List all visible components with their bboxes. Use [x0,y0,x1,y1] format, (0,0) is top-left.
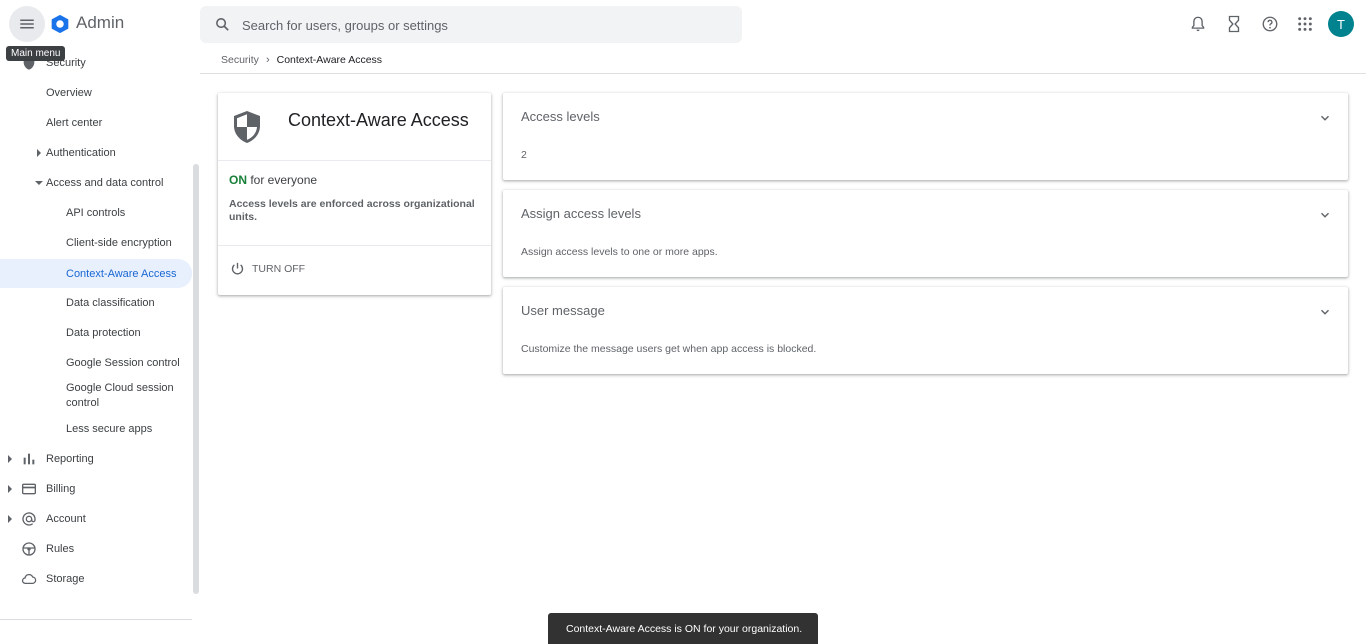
sidebar-item-rules[interactable]: Rules [0,535,192,563]
top-bar: Admin T [0,0,1366,48]
app-title[interactable]: Admin [76,13,124,33]
sidebar-item-client-side-encryption[interactable]: Client-side encryption [0,229,192,257]
help-button[interactable] [1258,12,1282,36]
sidebar-item-billing[interactable]: Billing [0,475,192,503]
status-card: Context-Aware Access ON for everyone Acc… [218,93,491,295]
apps-button[interactable] [1293,12,1317,36]
snackbar-message: Context-Aware Access is ON for your orga… [566,622,803,635]
expand-right-icon [8,515,12,523]
assign-access-levels-panel[interactable]: Assign access levels Assign access level… [503,190,1348,277]
panel-body: 2 [521,149,527,161]
sidebar-item-less-secure-apps[interactable]: Less secure apps [0,415,192,443]
power-icon [231,262,244,275]
avatar[interactable]: T [1328,11,1354,37]
sidebar-item-authentication[interactable]: Authentication [0,139,192,167]
chevron-down-icon[interactable] [1318,208,1332,222]
panel-title: User message [521,303,605,318]
hourglass-icon [1228,15,1240,33]
chevron-right-icon: › [265,54,270,66]
status-scope: for everyone [247,173,318,187]
admin-logo-icon [51,14,69,34]
sidebar-divider [0,619,192,620]
search-bar[interactable] [200,6,742,43]
status-card-title: Context-Aware Access [288,110,469,130]
sidebar: Security Overview Alert center Authentic… [0,48,200,644]
panel-body: Customize the message users get when app… [521,343,817,355]
turn-off-button[interactable]: TURN OFF [230,261,305,276]
panel-title: Access levels [521,109,600,124]
sidebar-item-data-protection[interactable]: Data protection [0,319,192,347]
sidebar-item-alert-center[interactable]: Alert center [0,109,192,137]
apps-grid-icon [1298,17,1312,31]
status-on-label: ON [229,173,247,187]
breadcrumb: Security › Context-Aware Access [221,53,382,67]
sidebar-item-google-session-control[interactable]: Google Session control [0,349,192,377]
help-icon [1262,16,1278,32]
status-description: Access levels are enforced across organi… [229,198,475,223]
search-input[interactable] [242,14,722,36]
credit-card-icon [22,483,36,495]
panel-body: Assign access levels to one or more apps… [521,246,718,258]
cloud-icon [21,574,37,584]
main-menu-tooltip: Main menu [6,46,66,61]
sidebar-item-account[interactable]: Account [0,505,192,533]
sidebar-item-api-controls[interactable]: API controls [0,199,192,227]
breadcrumb-divider [200,73,1366,74]
breadcrumb-current: Context-Aware Access [276,54,383,66]
chevron-down-icon[interactable] [1318,111,1332,125]
user-message-panel[interactable]: User message Customize the message users… [503,287,1348,374]
at-sign-icon [22,512,36,526]
tasks-button[interactable] [1222,12,1246,36]
expand-right-icon [8,485,12,493]
card-divider [218,245,491,246]
sidebar-item-storage[interactable]: Storage [0,565,192,593]
sidebar-item-access-data-control[interactable]: Access and data control [0,169,192,197]
panel-title: Assign access levels [521,206,641,221]
shield-icon [234,111,260,143]
bar-chart-icon [23,453,35,465]
notifications-icon [1191,16,1205,32]
sidebar-item-context-aware-access[interactable]: Context-Aware Access [0,259,192,288]
search-icon [216,18,229,31]
sidebar-item-overview[interactable]: Overview [0,79,192,107]
steering-wheel-icon [22,542,36,556]
breadcrumb-security-link[interactable]: Security [221,54,259,66]
sidebar-item-data-classification[interactable]: Data classification [0,289,192,317]
main-menu-button[interactable] [9,6,45,42]
sidebar-item-reporting[interactable]: Reporting [0,445,192,473]
access-levels-panel[interactable]: Access levels 2 [503,93,1348,180]
chevron-down-icon[interactable] [1318,305,1332,319]
sidebar-item-google-cloud-session-control[interactable]: Google Cloud session control [0,379,192,413]
card-divider [218,160,491,161]
hamburger-menu-icon [20,19,34,29]
expand-right-icon [8,455,12,463]
notifications-button[interactable] [1186,12,1210,36]
expand-right-icon [37,149,41,157]
sidebar-scrollbar[interactable] [193,164,199,594]
expand-down-icon [35,181,43,185]
status-text: ON for everyone [229,173,317,187]
snackbar: Context-Aware Access is ON for your orga… [548,613,818,644]
